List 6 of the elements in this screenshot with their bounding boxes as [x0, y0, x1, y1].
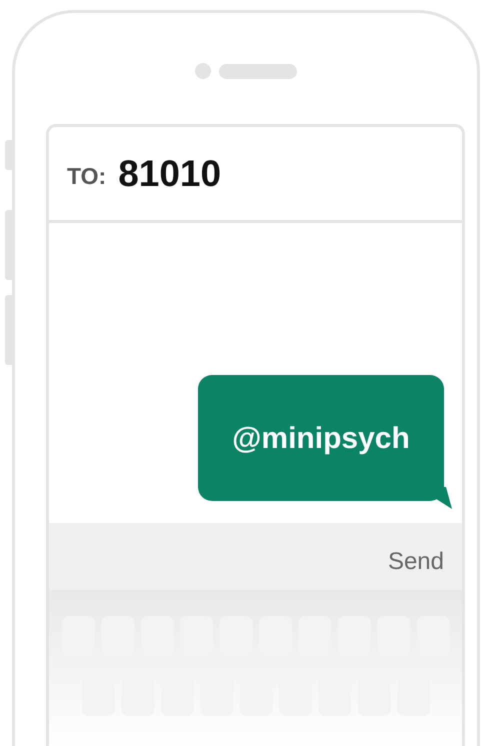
message-input-bar[interactable]: Send — [49, 523, 462, 590]
to-label: TO: — [67, 162, 106, 192]
recipient-number: 81010 — [118, 152, 222, 196]
camera-icon — [195, 63, 211, 79]
send-button[interactable]: Send — [388, 544, 444, 580]
speaker-icon — [219, 64, 297, 78]
